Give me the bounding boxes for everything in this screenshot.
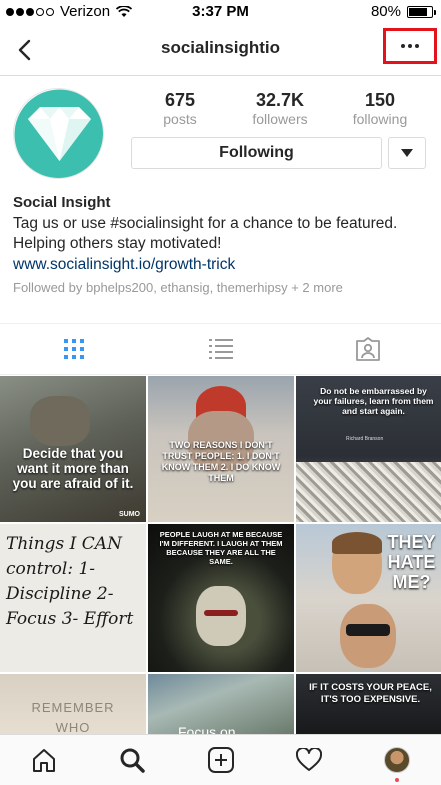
battery-status: 80% bbox=[370, 3, 436, 20]
ellipsis-icon bbox=[401, 44, 419, 48]
status-bar: Verizon 3:37 PM 80% bbox=[0, 0, 441, 24]
tab-search[interactable] bbox=[88, 735, 176, 785]
profile-stats: 675 posts 32.7K followers 150 following bbox=[130, 90, 430, 127]
tagged-person-icon bbox=[355, 337, 380, 361]
posts-label: posts bbox=[163, 111, 197, 127]
grid-icon bbox=[63, 339, 84, 359]
post-caption: TWO REASONS I DON'T TRUST PEOPLE: 1. I D… bbox=[161, 440, 281, 483]
post-thumbnail[interactable]: Things I CAN control: 1- Discipline 2- F… bbox=[0, 524, 146, 672]
tab-activity[interactable] bbox=[265, 735, 353, 785]
chevron-left-icon bbox=[18, 39, 31, 61]
diamond-logo-icon bbox=[14, 89, 103, 178]
profile-bio: Social Insight Tag us or use #socialinsi… bbox=[13, 194, 433, 295]
post-credit: Richard Branson bbox=[346, 436, 384, 442]
post-caption: IF IT COSTS YOUR PEACE, IT'S TOO EXPENSI… bbox=[309, 682, 432, 705]
following-stat[interactable]: 150 following bbox=[330, 90, 430, 127]
profile-avatar[interactable] bbox=[13, 88, 104, 179]
add-post-icon bbox=[207, 747, 234, 773]
tab-home[interactable] bbox=[0, 735, 88, 785]
following-count: 150 bbox=[364, 90, 396, 110]
tab-list-view[interactable] bbox=[147, 324, 294, 374]
battery-icon bbox=[407, 5, 436, 18]
back-button[interactable] bbox=[10, 36, 38, 64]
tab-new-post[interactable] bbox=[176, 735, 264, 785]
tab-tagged-view[interactable] bbox=[294, 324, 441, 374]
bio-description: Tag us or use #socialinsight for a chanc… bbox=[13, 215, 398, 252]
post-thumbnail[interactable]: REMEMBER WHO bbox=[0, 674, 146, 734]
post-thumbnail[interactable]: Focus on bbox=[148, 674, 294, 734]
post-caption: Focus on bbox=[178, 724, 236, 734]
profile-username-title: socialinsightio bbox=[160, 38, 281, 57]
battery-percent: 80% bbox=[370, 3, 401, 20]
posts-stat[interactable]: 675 posts bbox=[130, 90, 230, 127]
post-caption: REMEMBER WHO bbox=[31, 700, 115, 734]
list-icon bbox=[208, 339, 233, 359]
search-icon bbox=[120, 748, 146, 773]
posts-grid: Decide that you want it more than you ar… bbox=[0, 376, 441, 734]
profile-view-tabs bbox=[0, 323, 441, 375]
more-options-button[interactable] bbox=[383, 28, 437, 64]
notification-dot bbox=[394, 778, 399, 782]
home-icon bbox=[33, 749, 56, 772]
tab-grid-view[interactable] bbox=[0, 324, 147, 374]
post-thumbnail[interactable]: TWO REASONS I DON'T TRUST PEOPLE: 1. I D… bbox=[148, 376, 294, 522]
profile-full-name: Social Insight bbox=[13, 194, 111, 211]
followers-label: followers bbox=[252, 111, 308, 127]
followed-by-text[interactable]: Followed by bphelps200, ethansig, themer… bbox=[13, 280, 433, 295]
heart-icon bbox=[295, 748, 322, 771]
caret-down-icon bbox=[401, 149, 413, 157]
post-thumbnail[interactable]: PEOPLE LAUGH AT ME BECAUSE I'M DIFFERENT… bbox=[148, 524, 294, 672]
post-caption: Things I CAN control: 1- Discipline 2- F… bbox=[6, 534, 134, 629]
suggestions-dropdown-button[interactable] bbox=[388, 137, 426, 169]
posts-count: 675 bbox=[164, 90, 196, 110]
profile-avatar-thumbnail bbox=[383, 747, 410, 773]
post-thumbnail[interactable]: Decide that you want it more than you ar… bbox=[0, 376, 146, 522]
post-caption: PEOPLE LAUGH AT ME BECAUSE I'M DIFFERENT… bbox=[159, 530, 283, 566]
post-caption: THEY HATE ME? bbox=[387, 532, 436, 592]
followers-count: 32.7K bbox=[255, 90, 305, 110]
bio-website-link[interactable]: www.socialinsight.io/growth-trick bbox=[13, 256, 433, 274]
following-button[interactable]: Following bbox=[131, 137, 382, 169]
bottom-tab-bar bbox=[0, 734, 441, 785]
post-caption: Decide that you want it more than you ar… bbox=[12, 446, 134, 491]
followers-stat[interactable]: 32.7K followers bbox=[230, 90, 330, 127]
following-label: following bbox=[352, 111, 408, 127]
tab-profile[interactable] bbox=[353, 735, 441, 785]
post-thumbnail[interactable]: Do not be embarrassed by your failures, … bbox=[296, 376, 441, 522]
post-thumbnail[interactable]: IF IT COSTS YOUR PEACE, IT'S TOO EXPENSI… bbox=[296, 674, 441, 734]
navigation-bar: socialinsightio bbox=[0, 24, 441, 76]
sumo-badge: SUMO bbox=[119, 511, 140, 518]
post-caption: Do not be embarrassed by your failures, … bbox=[313, 386, 434, 416]
post-thumbnail[interactable]: THEY HATE ME? bbox=[296, 524, 441, 672]
